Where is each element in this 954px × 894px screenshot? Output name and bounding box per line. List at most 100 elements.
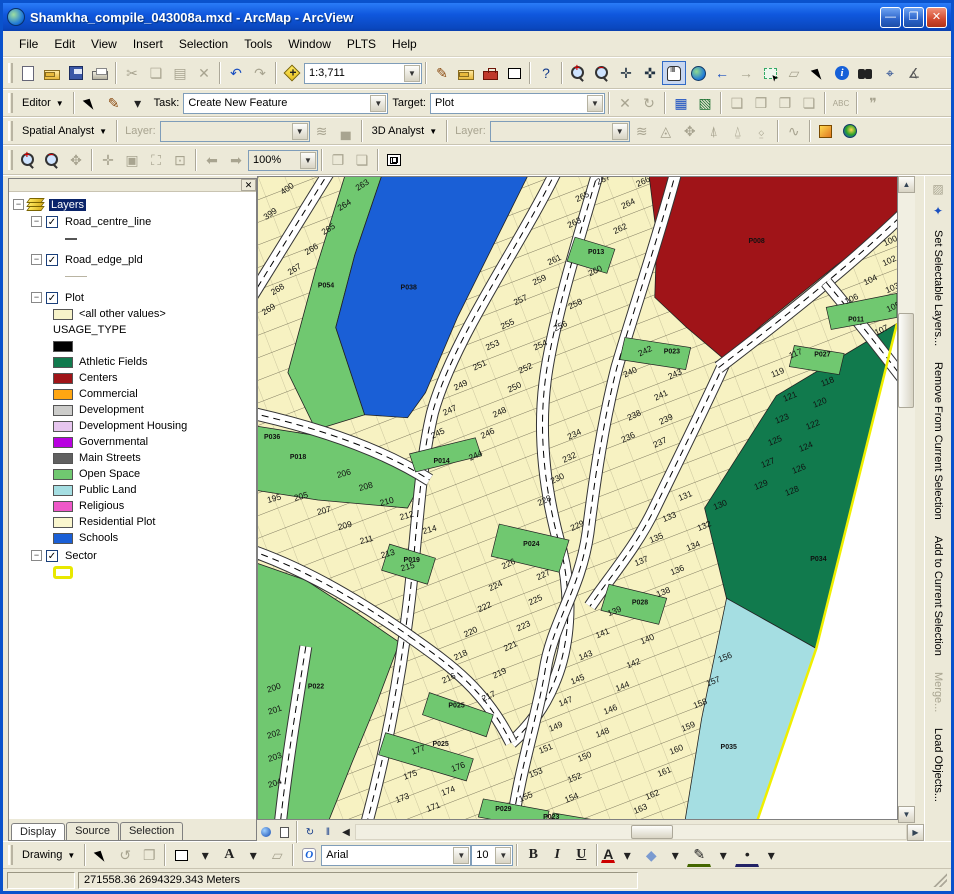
clear-selection-icon[interactable]: ▱ bbox=[782, 61, 806, 85]
abc-label-icon[interactable]: ABC bbox=[829, 91, 853, 115]
expand-icon[interactable]: − bbox=[13, 199, 24, 210]
font-color-button[interactable]: A bbox=[601, 847, 615, 863]
3d-interpolate-poly-icon[interactable]: ⍚ bbox=[750, 119, 774, 143]
chevron-down-icon[interactable]: ▼ bbox=[370, 95, 386, 112]
toc-close-icon[interactable]: ✕ bbox=[241, 179, 256, 191]
line-color-button[interactable]: ✎ bbox=[687, 843, 711, 867]
plts-tool-1-icon[interactable]: ❑ bbox=[725, 91, 749, 115]
map-scale-combo[interactable]: 1:3,711▼ bbox=[304, 63, 422, 84]
editor-toolbar-icon[interactable]: ✎ bbox=[430, 61, 454, 85]
3d-analyst-menu[interactable]: 3D Analyst▼ bbox=[366, 123, 444, 139]
open-icon[interactable] bbox=[40, 61, 64, 85]
tab-source[interactable]: Source bbox=[66, 822, 119, 840]
toolbar-grip[interactable] bbox=[8, 845, 13, 865]
arctoolbox-icon[interactable] bbox=[478, 61, 502, 85]
delete-icon[interactable]: ✕ bbox=[192, 61, 216, 85]
font-symbol-icon[interactable] bbox=[297, 843, 321, 867]
layer-road-edge-pld[interactable]: Road_edge_pld bbox=[63, 254, 145, 266]
sketch-tool-icon[interactable]: ✎ bbox=[102, 91, 126, 115]
arcscene-icon[interactable] bbox=[814, 119, 838, 143]
layout-zoom-out-icon[interactable] bbox=[40, 148, 64, 172]
expand-icon[interactable]: − bbox=[31, 550, 42, 561]
menu-view[interactable]: View bbox=[83, 34, 125, 54]
vertical-button-load-objects[interactable]: Load Objects... bbox=[929, 722, 947, 808]
drawing-menu[interactable]: Drawing▼ bbox=[16, 847, 81, 863]
selection-anchor-icon[interactable]: ✦ bbox=[929, 202, 947, 220]
fill-color-button[interactable]: ◆ bbox=[639, 843, 663, 867]
map-horizontal-scrollbar[interactable] bbox=[355, 824, 907, 840]
add-data-icon[interactable] bbox=[280, 61, 304, 85]
toolbar-grip[interactable] bbox=[8, 93, 13, 113]
spatial-analyst-menu[interactable]: Spatial Analyst▼ bbox=[16, 123, 113, 139]
find-icon[interactable] bbox=[854, 61, 878, 85]
forward-extent-icon[interactable]: → bbox=[734, 61, 758, 85]
split-tool-icon[interactable]: ✕ bbox=[613, 91, 637, 115]
3d-interpolate-point-icon[interactable]: ⍋ bbox=[702, 119, 726, 143]
draw-select-elements-icon[interactable] bbox=[89, 843, 113, 867]
sa-contour-icon[interactable]: ≋ bbox=[310, 119, 334, 143]
plts-tool-2-icon[interactable]: ❒ bbox=[749, 91, 773, 115]
data-view-icon[interactable] bbox=[257, 824, 275, 840]
zoom-whole-page-icon[interactable]: ✛ bbox=[96, 148, 120, 172]
close-button[interactable]: ✕ bbox=[926, 7, 947, 28]
marker-color-button[interactable]: • bbox=[735, 843, 759, 867]
task-combo[interactable]: Create New Feature▼ bbox=[183, 93, 388, 114]
layer-checkbox[interactable]: ✓ bbox=[46, 254, 58, 266]
fixed-zoom-out-icon[interactable]: ✜ bbox=[638, 61, 662, 85]
chevron-down-icon[interactable]: ▼ bbox=[453, 847, 469, 864]
identify-icon[interactable] bbox=[830, 61, 854, 85]
change-layout-icon[interactable] bbox=[382, 148, 406, 172]
chevron-down-icon[interactable]: ▼ bbox=[292, 123, 308, 140]
zoom-1-1-icon[interactable]: ⊡ bbox=[168, 148, 192, 172]
scroll-right-icon[interactable]: ▶ bbox=[907, 824, 924, 841]
sa-layer-combo[interactable]: ▼ bbox=[160, 121, 310, 142]
chevron-down-icon[interactable]: ▼ bbox=[300, 152, 316, 169]
map-canvas[interactable]: 400399263264265266267268269P054P03826726… bbox=[257, 176, 898, 820]
create-profile-graph-icon[interactable]: ∿ bbox=[782, 119, 806, 143]
commandline-icon[interactable] bbox=[502, 61, 526, 85]
pan-icon[interactable] bbox=[662, 61, 686, 85]
zoom-out-icon[interactable] bbox=[590, 61, 614, 85]
expand-icon[interactable]: − bbox=[31, 254, 42, 265]
toggle-draft-mode-icon[interactable]: ❐ bbox=[326, 148, 350, 172]
3d-interpolate-line-icon[interactable]: ⍙ bbox=[726, 119, 750, 143]
toc-tree[interactable]: − Layers − ✓ Road_centre_line − ✓ Road_e… bbox=[9, 192, 256, 819]
layout-pan-icon[interactable]: ✥ bbox=[64, 148, 88, 172]
font-color-dropdown[interactable]: ▾ bbox=[615, 843, 639, 867]
toolbar-grip[interactable] bbox=[8, 63, 13, 83]
fixed-zoom-in-page-icon[interactable]: ⛶ bbox=[144, 148, 168, 172]
sketch-tool-dropdown[interactable]: ▾ bbox=[126, 91, 150, 115]
pause-drawing-icon[interactable]: ‖ bbox=[319, 824, 337, 840]
layer-checkbox[interactable]: ✓ bbox=[46, 216, 58, 228]
copy-icon[interactable]: ❏ bbox=[144, 61, 168, 85]
vertical-button-add-to-current-selection[interactable]: Add to Current Selection bbox=[929, 530, 947, 662]
italic-button[interactable]: I bbox=[545, 843, 569, 867]
font-size-combo[interactable]: 10▼ bbox=[471, 845, 513, 866]
arcglobe-icon[interactable] bbox=[838, 119, 862, 143]
maximize-button[interactable]: ❐ bbox=[903, 7, 924, 28]
paste-icon[interactable]: ▤ bbox=[168, 61, 192, 85]
shape-tool-dropdown[interactable]: ▾ bbox=[193, 843, 217, 867]
edit-vertices-icon[interactable]: ▱ bbox=[265, 843, 289, 867]
menu-selection[interactable]: Selection bbox=[171, 34, 236, 54]
chevron-down-icon[interactable]: ▼ bbox=[587, 95, 603, 112]
expand-icon[interactable]: − bbox=[31, 216, 42, 227]
chevron-down-icon[interactable]: ▼ bbox=[404, 65, 420, 82]
vertical-button-remove-from-current-selection[interactable]: Remove From Current Selection bbox=[929, 356, 947, 526]
zoom-to-selected-elements-icon[interactable]: ❐ bbox=[137, 843, 161, 867]
tab-display[interactable]: Display bbox=[11, 823, 65, 841]
print-icon[interactable] bbox=[88, 61, 112, 85]
select-features-icon[interactable] bbox=[758, 61, 782, 85]
save-icon[interactable] bbox=[64, 61, 88, 85]
zoom-100-icon[interactable]: ▣ bbox=[120, 148, 144, 172]
underline-button[interactable]: U bbox=[569, 843, 593, 867]
minimize-button[interactable]: — bbox=[880, 7, 901, 28]
menu-help[interactable]: Help bbox=[384, 34, 425, 54]
full-extent-icon[interactable] bbox=[686, 61, 710, 85]
sa-histogram-icon[interactable]: ▄ bbox=[334, 119, 358, 143]
whats-this-icon[interactable]: ? bbox=[534, 61, 558, 85]
select-elements-icon[interactable] bbox=[806, 61, 830, 85]
3d-contour-icon[interactable]: ≋ bbox=[630, 119, 654, 143]
redo-icon[interactable]: ↷ bbox=[248, 61, 272, 85]
scroll-down-icon[interactable]: ▼ bbox=[898, 806, 915, 823]
